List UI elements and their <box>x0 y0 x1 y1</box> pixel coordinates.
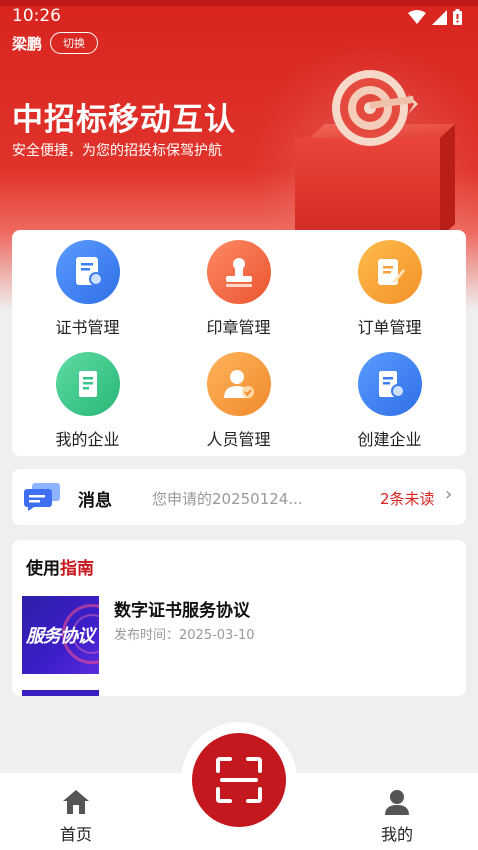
signal-icon <box>432 9 447 25</box>
grid-item-personnel[interactable]: 人员管理 <box>163 352 314 450</box>
certificate-icon <box>55 240 120 304</box>
usage-guide-card: 使用指南 服务协议 数字证书服务协议 发布时间：2025-03-10 <box>12 540 466 696</box>
grid-item-create-enterprise[interactable]: 创建企业 <box>314 352 465 450</box>
status-bar: 10:26 <box>0 6 478 30</box>
hero-title: 中招标移动互认 <box>12 102 236 138</box>
guide-item-title[interactable]: 数字证书服务协议 <box>114 596 250 621</box>
grid-label-create-enterprise: 创建企业 <box>357 430 422 449</box>
seal-icon <box>206 240 271 304</box>
guide-title-prefix: 使用 <box>26 559 60 579</box>
hero-target-illustration <box>295 70 455 235</box>
thumb-text: 服务协议 <box>26 626 95 647</box>
nav-mine[interactable]: 我的 <box>357 789 437 845</box>
grid-label-seal: 印章管理 <box>206 318 271 337</box>
home-icon <box>63 790 89 814</box>
user-row: 梁鹏 切换 <box>12 32 99 54</box>
grid-item-my-enterprise[interactable]: 我的企业 <box>12 352 163 450</box>
guide-item-thumbnail-next <box>22 690 99 696</box>
grid-label-certificate: 证书管理 <box>55 318 120 337</box>
grid-item-order[interactable]: 订单管理 <box>314 240 465 338</box>
nav-home[interactable]: 首页 <box>36 789 116 845</box>
chevron-right-icon: › <box>445 484 453 505</box>
message-bubble-icon <box>24 483 60 511</box>
grid-label-order: 订单管理 <box>357 318 422 337</box>
my-enterprise-icon <box>55 352 120 416</box>
grid-label-my-enterprise: 我的企业 <box>55 430 120 449</box>
message-bar[interactable]: 消息 您申请的20250124... 2条未读 › <box>12 469 466 525</box>
nav-home-label: 首页 <box>59 825 92 844</box>
feature-grid: 证书管理 印章管理 订单管理 我的企业 人员管理 创建企业 <box>12 230 466 456</box>
scan-icon <box>216 757 262 803</box>
guide-item-thumbnail[interactable]: 服务协议 <box>22 596 99 674</box>
guide-item-date: 发布时间：2025-03-10 <box>114 628 255 643</box>
guide-title-highlight: 指南 <box>60 559 94 579</box>
status-time: 10:26 <box>12 6 61 26</box>
unread-count: 2条未读 <box>380 490 435 508</box>
grid-item-seal[interactable]: 印章管理 <box>163 240 314 338</box>
create-enterprise-icon <box>357 352 422 416</box>
nav-mine-label: 我的 <box>380 825 413 844</box>
hero-subtitle: 安全便捷，为您的招投标保驾护航 <box>12 143 222 159</box>
grid-item-certificate[interactable]: 证书管理 <box>12 240 163 338</box>
grid-label-personnel: 人员管理 <box>206 430 271 449</box>
order-icon <box>357 240 422 304</box>
switch-account-button[interactable]: 切换 <box>50 32 99 54</box>
message-title: 消息 <box>78 491 112 511</box>
user-icon <box>385 790 409 815</box>
status-icons <box>408 9 462 25</box>
wifi-icon <box>408 10 426 24</box>
message-preview: 您申请的20250124... <box>152 490 303 508</box>
scan-button[interactable] <box>192 733 286 827</box>
battery-icon <box>453 9 462 25</box>
personnel-icon <box>206 352 271 416</box>
user-name: 梁鹏 <box>12 34 43 53</box>
guide-title: 使用指南 <box>26 554 94 579</box>
